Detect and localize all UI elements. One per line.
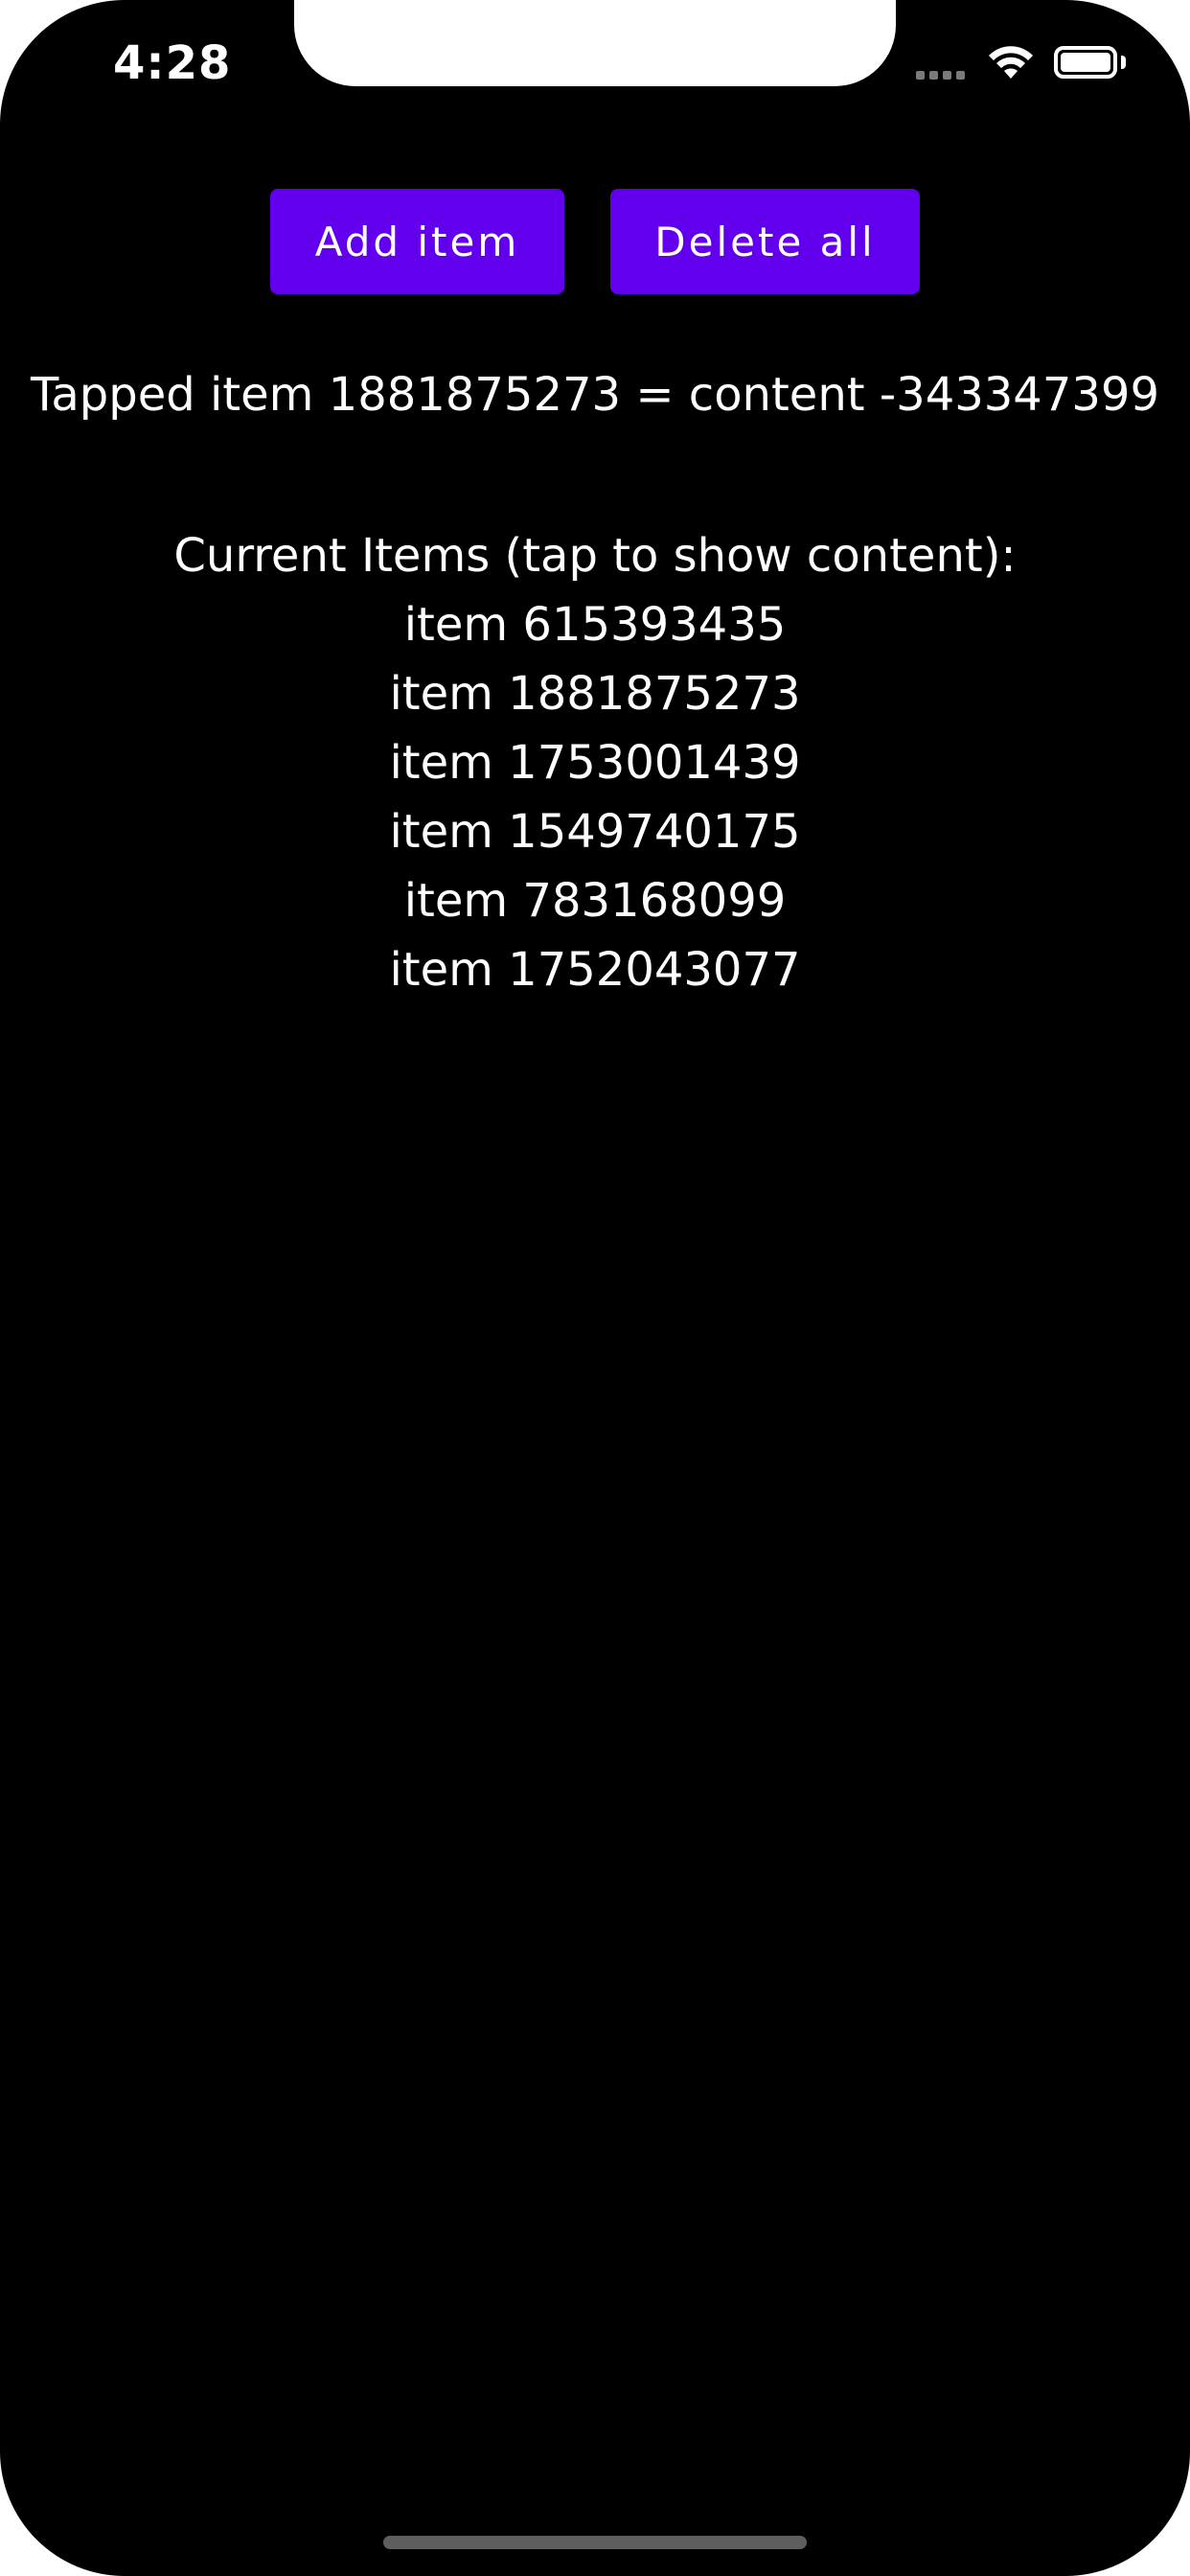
- add-item-button[interactable]: Add item: [270, 189, 564, 294]
- list-item[interactable]: item 783168099: [0, 872, 1190, 941]
- battery-icon: [1054, 46, 1117, 79]
- status-time: 4:28: [113, 36, 232, 90]
- list-item[interactable]: item 1752043077: [0, 941, 1190, 1010]
- app-screen: 4:28 Add item Delete all Tapped item 188…: [0, 0, 1190, 2576]
- list-item[interactable]: item 1549740175: [0, 803, 1190, 872]
- list-item[interactable]: item 1753001439: [0, 734, 1190, 803]
- battery-tip: [1121, 56, 1126, 69]
- cellular-signal-icon: [916, 71, 965, 80]
- home-indicator[interactable]: [383, 2536, 807, 2549]
- delete-all-button[interactable]: Delete all: [610, 189, 920, 294]
- tapped-item-message: Tapped item 1881875273 = content -343347…: [30, 368, 1159, 422]
- wifi-icon: [989, 46, 1033, 79]
- list-heading: Current Items (tap to show content):: [173, 529, 1017, 583]
- list-item[interactable]: item 1881875273: [0, 665, 1190, 734]
- items-list: Current Items (tap to show content): ite…: [0, 527, 1190, 1010]
- device-notch: [294, 0, 896, 86]
- list-item[interactable]: item 615393435: [0, 596, 1190, 665]
